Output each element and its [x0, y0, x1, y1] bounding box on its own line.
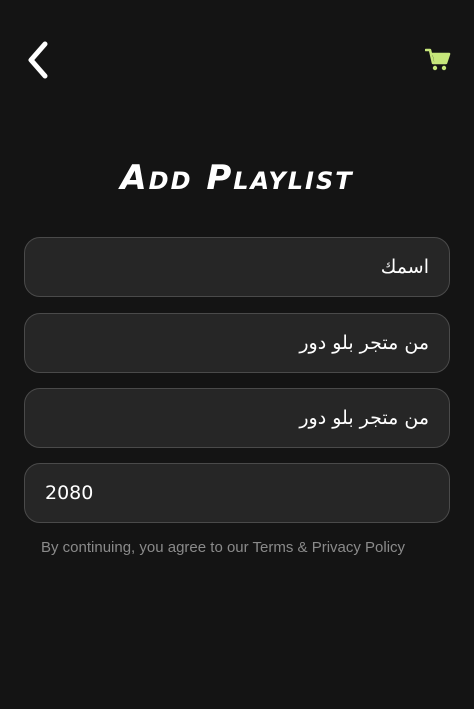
terms-notice: By continuing, you agree to our Terms & … [41, 538, 405, 558]
port-field[interactable] [24, 463, 450, 523]
name-field[interactable] [24, 237, 450, 297]
page-title: Add Playlist [120, 158, 354, 198]
cart-button[interactable] [422, 44, 454, 76]
url-field[interactable] [24, 313, 450, 373]
secondary-url-field[interactable] [24, 388, 450, 448]
shopping-cart-icon [425, 48, 451, 71]
terms-privacy-link[interactable]: Terms & Privacy Policy [253, 539, 406, 556]
back-button[interactable] [18, 38, 58, 82]
add-playlist-screen: Add Playlist By continuing, you agree to… [0, 0, 474, 709]
terms-prefix: By continuing, you agree to our [41, 539, 253, 556]
chevron-left-icon [28, 41, 48, 79]
